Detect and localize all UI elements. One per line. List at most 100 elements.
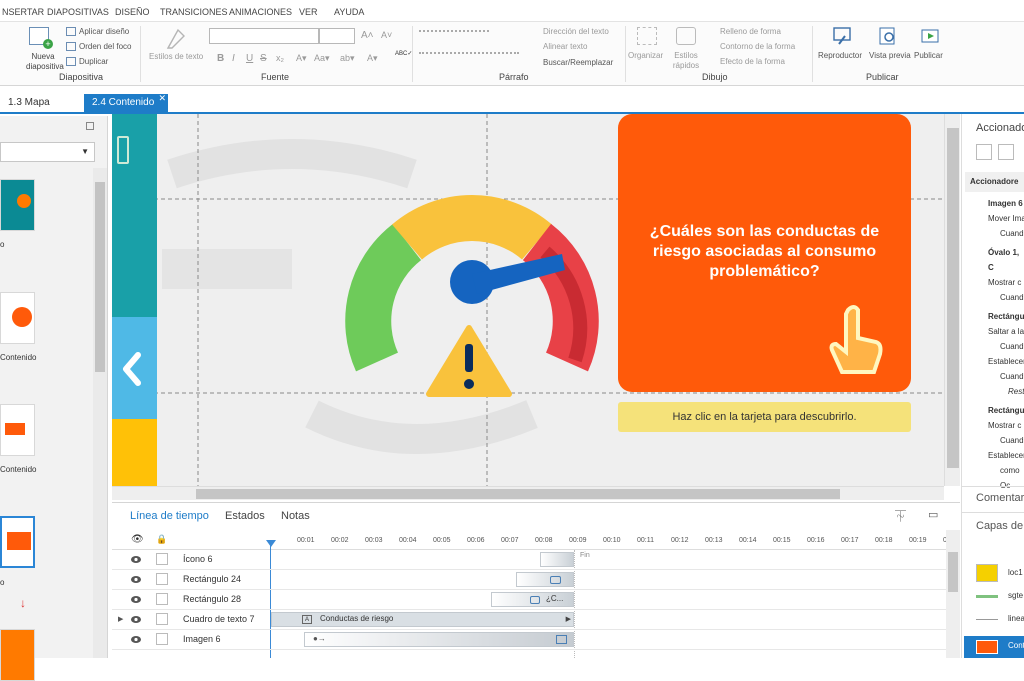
edit-trigger-icon[interactable] [998, 144, 1014, 160]
timeline-settings-icon[interactable]: ⏇ [895, 508, 906, 524]
text-color-icon[interactable]: A▾ [367, 53, 378, 64]
stage-horizontal-scrollbar[interactable] [112, 486, 944, 500]
timeline-row[interactable]: ▶ Cuadro de texto 7 A Conductas de riesg… [112, 610, 946, 630]
text-direction-button[interactable]: Dirección del texto [543, 27, 609, 36]
lock-toggle[interactable] [156, 613, 168, 625]
new-trigger-icon[interactable] [976, 144, 992, 160]
subscript-icon[interactable]: x₂ [276, 53, 284, 63]
publish-button[interactable]: Publicar [914, 51, 943, 60]
slide-panel-scrollbar[interactable] [93, 168, 107, 658]
trigger-item-image[interactable]: Imagen 6 [962, 196, 1024, 211]
tab-diseno[interactable]: DISEÑO [115, 7, 150, 17]
layers-header[interactable]: Capas de d [976, 520, 1024, 532]
trigger-item-oval[interactable]: Óvalo 1, C [962, 245, 1024, 275]
player-button[interactable]: Reproductor [818, 51, 862, 60]
trigger-item[interactable]: Establecer [962, 354, 1024, 369]
trigger-item[interactable]: Mostrar c [962, 275, 1024, 290]
trigger-item[interactable]: Saltar a la [962, 324, 1024, 339]
expand-icon[interactable]: ▶ [118, 615, 123, 623]
trigger-item[interactable]: Mostrar c [962, 418, 1024, 433]
trigger-item[interactable]: Mover Ima [962, 211, 1024, 226]
eye-icon[interactable] [131, 595, 141, 604]
layer-item[interactable]: sgte [1008, 591, 1023, 600]
shape-fill-button[interactable]: Relleno de forma [720, 27, 781, 36]
layer-item[interactable]: linea [1008, 614, 1024, 623]
strike-button[interactable]: S [260, 53, 267, 64]
new-slide-button[interactable]: Nueva diapositiva [26, 52, 64, 72]
eye-icon[interactable] [131, 615, 141, 624]
tab-notes[interactable]: Notas [281, 510, 310, 522]
panel-restore-icon[interactable] [86, 122, 94, 130]
focus-order-button[interactable]: Orden del foco [79, 42, 131, 51]
tab-states[interactable]: Estados [225, 510, 265, 522]
layer-item-selected[interactable]: Cont [964, 636, 1024, 658]
align-text-button[interactable]: Alinear texto [543, 42, 587, 51]
timeline-row[interactable]: Imagen 6 ●→ [112, 630, 946, 650]
slide-thumbnail-1[interactable] [0, 179, 35, 231]
timeline-bar[interactable] [540, 552, 574, 567]
slide-thumbnail-4[interactable] [0, 516, 35, 568]
highlight-icon[interactable]: ab▾ [340, 53, 355, 64]
timeline-bar[interactable]: ●→ [304, 632, 574, 647]
font-color-icon[interactable]: A▾ [296, 53, 307, 64]
font-family-select[interactable] [209, 28, 319, 44]
trigger-item-rect[interactable]: Rectángu [962, 403, 1024, 418]
shape-effect-button[interactable]: Efecto de la forma [720, 57, 785, 66]
tab-ver[interactable]: VER [299, 7, 318, 17]
doc-tab-content[interactable]: 2.4 Contenido ✕ [84, 93, 168, 114]
timeline-collapse-icon[interactable]: ▭ [928, 508, 938, 521]
spellcheck-icon[interactable]: ABC✓ [395, 50, 412, 57]
comments-header[interactable]: Comentar [976, 492, 1024, 504]
stage-vertical-scrollbar[interactable] [944, 114, 960, 486]
slide-thumbnail-2[interactable] [0, 292, 35, 344]
new-slide-icon[interactable]: + [29, 27, 53, 49]
italic-button[interactable]: I [232, 53, 235, 64]
font-size-select[interactable] [319, 28, 355, 44]
layer-item[interactable]: loc1 [1008, 568, 1023, 577]
timeline-row[interactable]: Rectángulo 28 ¿C... [112, 590, 946, 610]
tab-animaciones[interactable]: ANIMACIONES [229, 7, 292, 17]
lock-toggle[interactable] [156, 553, 168, 565]
text-styles-button[interactable]: Estilos de texto [149, 52, 203, 61]
trigger-item-rect[interactable]: Rectángu [962, 309, 1024, 324]
lock-toggle[interactable] [156, 593, 168, 605]
close-tab-icon[interactable]: ✕ [158, 93, 166, 104]
doc-tab-map[interactable]: 1.3 Mapa [0, 94, 58, 114]
duplicate-button[interactable]: Duplicar [79, 57, 108, 66]
eye-icon[interactable] [131, 575, 141, 584]
bold-button[interactable]: B [217, 53, 224, 64]
lock-toggle[interactable] [156, 573, 168, 585]
change-case-icon[interactable]: Aa▾ [314, 53, 330, 64]
timeline-bar[interactable]: A Conductas de riesgo ▶ [271, 612, 574, 627]
slide-thumbnail-5[interactable] [0, 629, 35, 681]
timeline-bar[interactable]: ¿C... [491, 592, 574, 607]
lock-toggle[interactable] [156, 633, 168, 645]
list-buttons-icon[interactable] [419, 30, 489, 38]
question-card[interactable]: ¿Cuáles son las conductas de riesgo asoc… [618, 114, 911, 392]
tab-ayuda[interactable]: AYUDA [334, 7, 364, 17]
apply-layout-button[interactable]: Aplicar diseño [79, 27, 129, 36]
grow-font-icon[interactable]: A˄ [361, 30, 374, 41]
eye-icon[interactable] [131, 635, 141, 644]
arrange-button[interactable]: Organizar [628, 51, 663, 60]
shape-outline-button[interactable]: Contorno de la forma [720, 42, 795, 51]
timeline-bar[interactable] [516, 572, 574, 587]
timeline-scrollbar[interactable] [946, 530, 960, 658]
find-replace-button[interactable]: Buscar/Reemplazar [543, 58, 613, 67]
back-button[interactable] [112, 317, 157, 419]
tab-diapositivas[interactable]: DIAPOSITIVAS [47, 7, 109, 17]
timeline-row[interactable]: Rectángulo 24 [112, 570, 946, 590]
scene-select[interactable]: ▼ [0, 142, 95, 162]
tab-timeline[interactable]: Línea de tiempo [130, 510, 209, 522]
tab-transiciones[interactable]: TRANSICIONES [160, 7, 228, 17]
slide-thumbnail-3[interactable] [0, 404, 35, 456]
align-buttons-icon[interactable] [419, 52, 519, 60]
trigger-item[interactable]: Establecer [962, 448, 1024, 463]
shrink-font-icon[interactable]: A˅ [381, 30, 392, 40]
underline-button[interactable]: U [246, 53, 253, 64]
timeline-row[interactable]: Ícono 6 [112, 550, 946, 570]
preview-button[interactable]: Vista previa [869, 51, 911, 60]
eye-icon[interactable] [131, 555, 141, 564]
tab-insertar[interactable]: NSERTAR [2, 7, 44, 17]
quick-styles-button[interactable]: Estilos rápidos [670, 51, 702, 71]
